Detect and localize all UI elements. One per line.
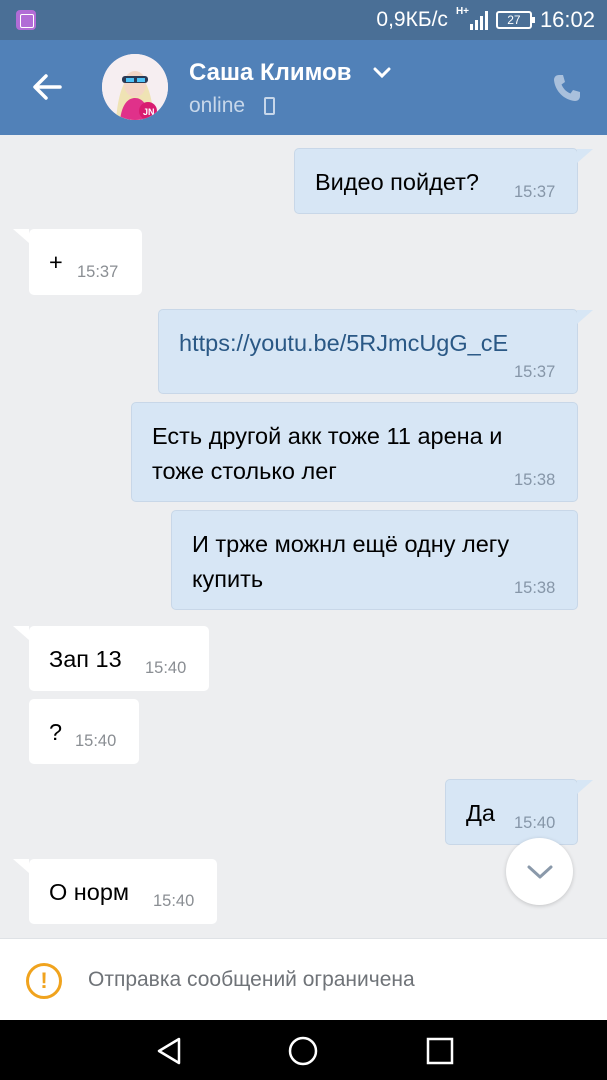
message-time: 15:37 xyxy=(514,183,556,201)
message-time: 15:40 xyxy=(153,892,195,910)
message-text: Да xyxy=(466,800,495,826)
restriction-bar: ! Отправка сообщений ограничена xyxy=(0,938,607,1020)
gallery-icon xyxy=(16,10,36,30)
message-incoming[interactable]: Зап 13 15:40 xyxy=(13,626,209,691)
arrow-left-icon[interactable] xyxy=(30,70,64,104)
message-text: Видео пойдет? xyxy=(315,169,479,195)
svg-text:JN: JN xyxy=(143,107,155,117)
message-time: 15:37 xyxy=(514,363,556,381)
chat-header: JN Саша Климов online xyxy=(0,40,607,135)
message-outgoing[interactable]: И трже можнл ещё одну легу купить 15:38 xyxy=(171,510,578,610)
message-time: 15:38 xyxy=(514,471,556,489)
message-time: 15:40 xyxy=(75,732,117,750)
contact-name[interactable]: Саша Климов xyxy=(189,59,352,87)
message-time: 15:40 xyxy=(514,814,556,832)
restriction-text: Отправка сообщений ограничена xyxy=(88,968,415,991)
message-text: + xyxy=(49,249,63,275)
message-text-line: купить xyxy=(192,566,264,592)
clock: 16:02 xyxy=(539,7,595,32)
avatar[interactable]: JN xyxy=(102,54,168,120)
message-outgoing[interactable]: Да 15:40 xyxy=(445,779,593,845)
contact-status: online xyxy=(189,94,246,117)
warning-icon: ! xyxy=(26,963,62,999)
nav-recent-icon[interactable] xyxy=(424,1035,456,1067)
message-text: Зап 13 xyxy=(49,646,122,672)
message-outgoing[interactable]: Есть другой акк тоже 11 арена и тоже сто… xyxy=(131,402,578,502)
phone-icon[interactable] xyxy=(551,72,583,104)
battery-icon: 27 xyxy=(495,11,535,29)
nav-back-icon[interactable] xyxy=(153,1035,185,1067)
network-type: H+ xyxy=(455,6,469,17)
message-time: 15:37 xyxy=(77,263,119,281)
message-text-line: тоже столько лег xyxy=(152,458,337,484)
message-text: О норм xyxy=(49,879,130,905)
scroll-down-button[interactable] xyxy=(506,838,573,905)
message-text: ? xyxy=(49,719,63,745)
message-text-line: Есть другой акк тоже 11 арена и xyxy=(152,423,503,449)
message-outgoing[interactable]: Видео пойдет? 15:37 xyxy=(294,148,593,214)
nav-home-icon[interactable] xyxy=(287,1035,319,1067)
message-time: 15:40 xyxy=(145,659,187,677)
message-incoming[interactable]: ? 15:40 xyxy=(29,699,139,764)
message-text-line: И трже можнл ещё одну легу xyxy=(192,531,510,557)
net-speed: 0,9КБ/с xyxy=(376,8,448,31)
message-incoming[interactable]: О норм 15:40 xyxy=(13,859,217,924)
message-time: 15:38 xyxy=(514,579,556,597)
signal-icon: H+ xyxy=(456,6,488,30)
message-link[interactable]: https://youtu.be/5RJmcUgG_cE xyxy=(179,326,508,361)
message-outgoing[interactable]: https://youtu.be/5RJmcUgG_cE 15:37 xyxy=(158,309,593,394)
status-bar: 0,9КБ/с H+ 27 16:02 xyxy=(0,0,607,40)
navigation-bar xyxy=(0,1020,607,1080)
mobile-icon xyxy=(264,97,275,115)
chevron-down-icon[interactable] xyxy=(372,66,392,80)
message-incoming[interactable]: + 15:37 xyxy=(13,229,142,295)
chevron-down-icon xyxy=(527,865,552,878)
